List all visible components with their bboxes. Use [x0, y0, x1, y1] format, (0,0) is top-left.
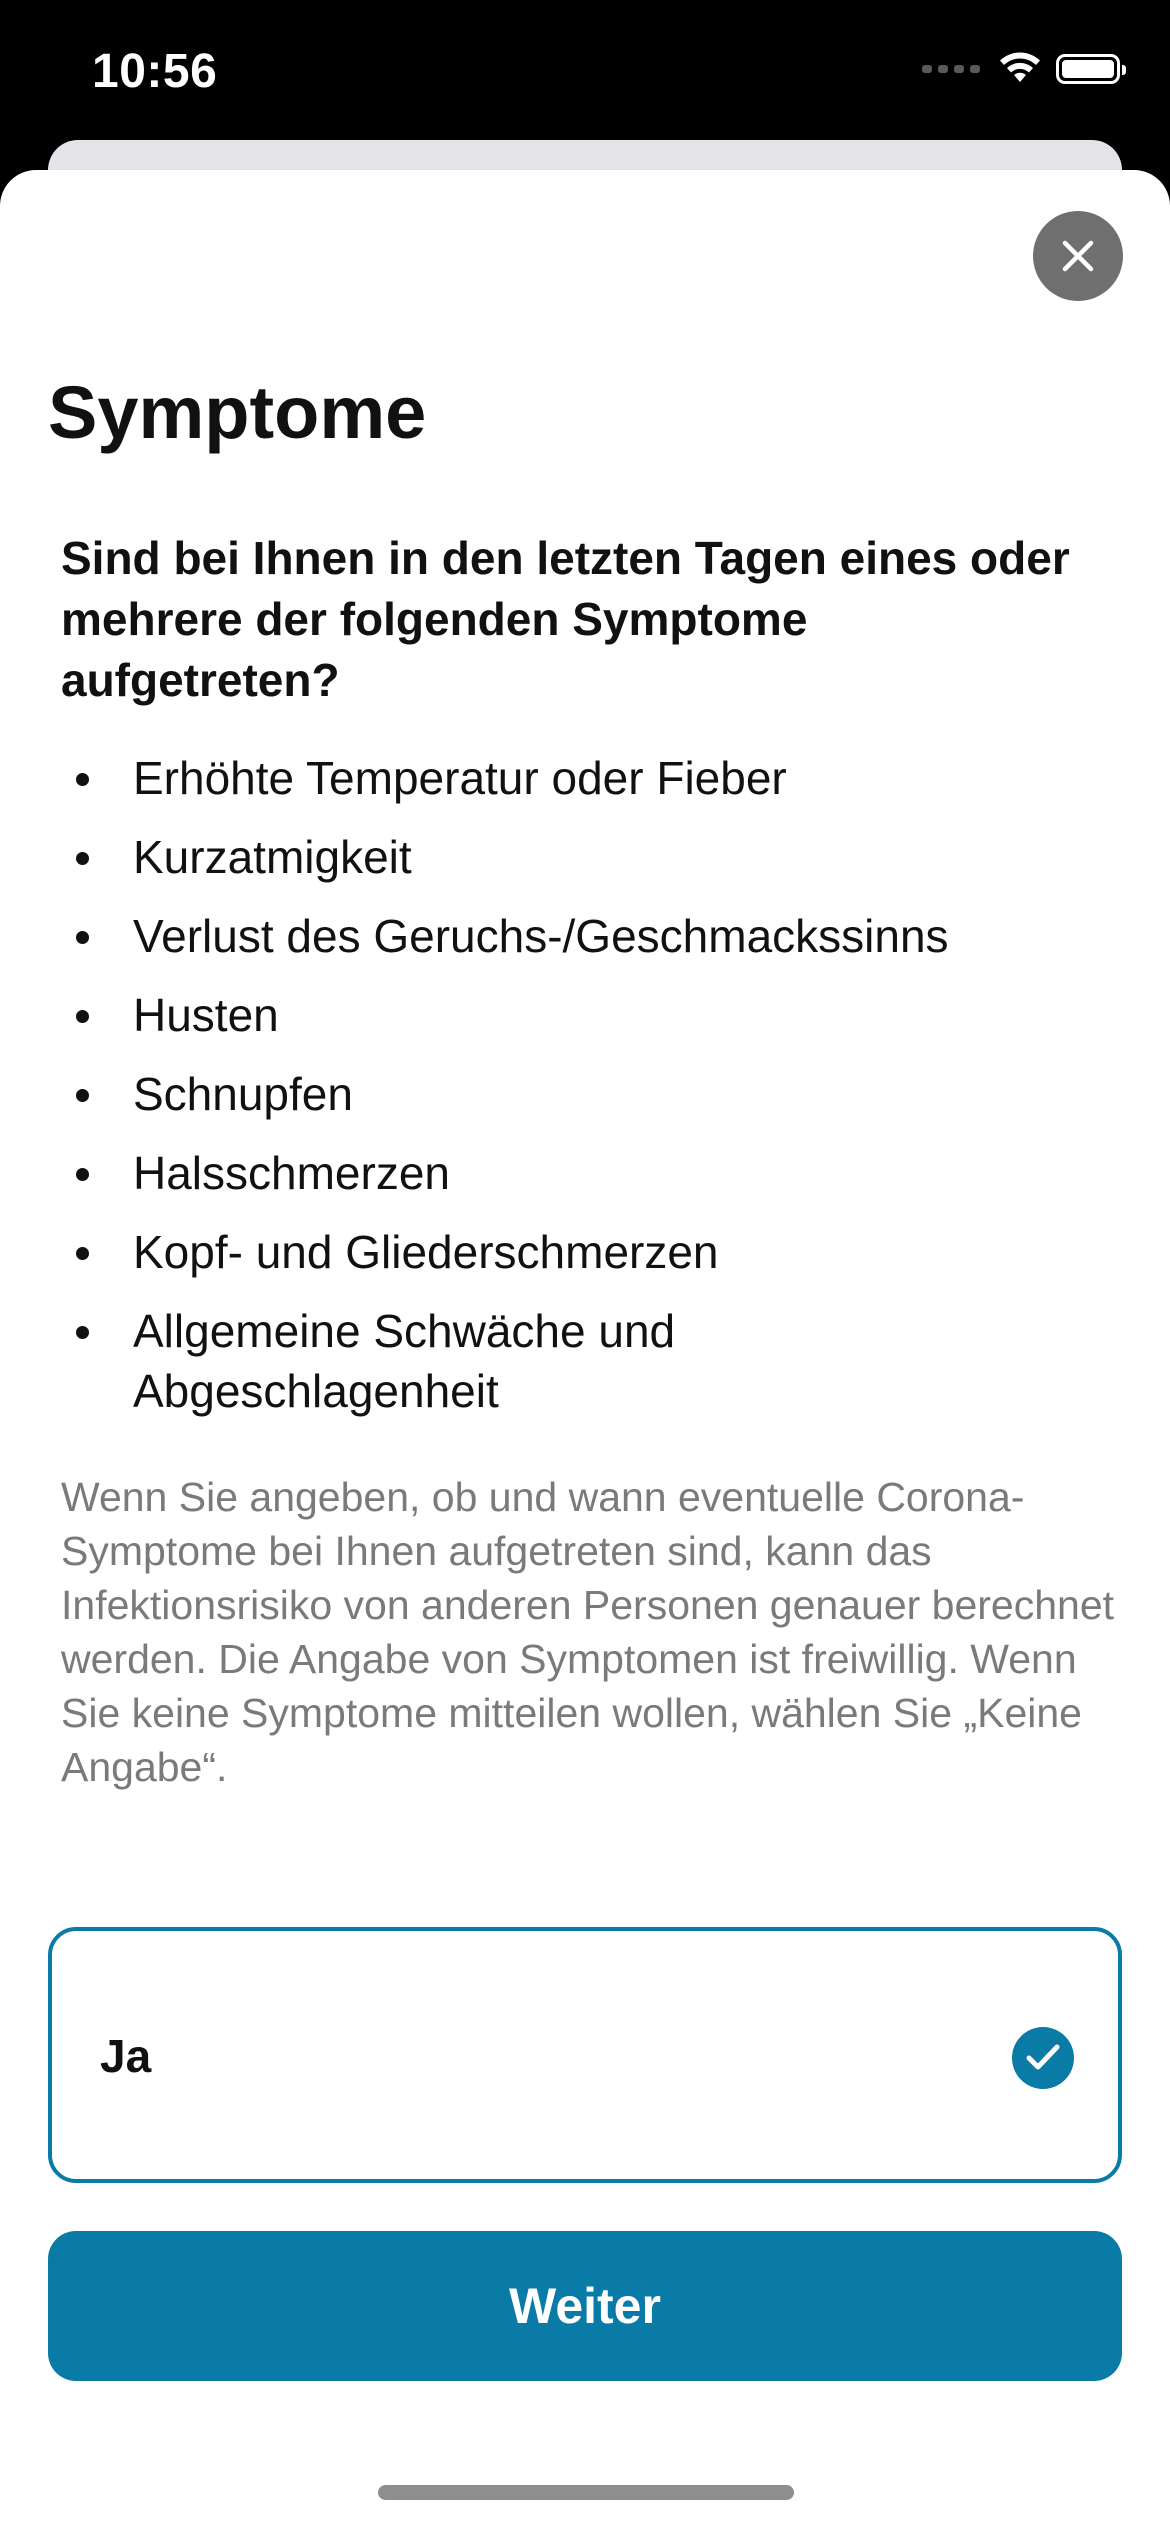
bullet-icon	[76, 1326, 89, 1339]
close-icon	[1062, 240, 1094, 272]
symptom-label: Erhöhte Temperatur oder Fieber	[133, 752, 787, 804]
list-item: Husten	[61, 985, 1101, 1045]
symptom-label: Allgemeine Schwäche und Abgeschlagenheit	[133, 1305, 676, 1417]
close-button[interactable]	[1033, 211, 1123, 301]
continue-button[interactable]: Weiter	[48, 2231, 1122, 2381]
list-item: Kopf- und Gliederschmerzen	[61, 1222, 1101, 1282]
list-item: Erhöhte Temperatur oder Fieber	[61, 748, 1101, 808]
home-indicator[interactable]	[378, 2485, 794, 2500]
battery-icon	[1056, 54, 1126, 84]
symptom-label: Kopf- und Gliederschmerzen	[133, 1226, 719, 1278]
symptoms-question: Sind bei Ihnen in den letzten Tagen eine…	[61, 532, 1070, 706]
bullet-icon	[76, 852, 89, 865]
symptom-label: Verlust des Geruchs-/Geschmackssinns	[133, 910, 949, 962]
bullet-icon	[76, 1089, 89, 1102]
symptom-label: Kurzatmigkeit	[133, 831, 412, 883]
bullet-icon	[76, 1168, 89, 1181]
status-icons	[922, 52, 1126, 86]
symptoms-sheet: Symptome Sind bei Ihnen in den letzten T…	[0, 170, 1170, 2532]
list-item: Verlust des Geruchs-/Geschmackssinns	[61, 906, 1101, 966]
wifi-icon	[1000, 52, 1040, 82]
option-label: Ja	[100, 2030, 152, 2082]
symptom-label: Husten	[133, 989, 279, 1041]
symptom-list: Erhöhte Temperatur oder Fieber Kurzatmig…	[61, 748, 1101, 1440]
symptom-label: Schnupfen	[133, 1068, 353, 1120]
cellular-icon	[922, 65, 980, 73]
list-item: Kurzatmigkeit	[61, 827, 1101, 887]
status-bar: 10:56	[0, 0, 1170, 150]
status-time: 10:56	[92, 45, 218, 98]
symptom-label: Halsschmerzen	[133, 1147, 450, 1199]
list-item: Halsschmerzen	[61, 1143, 1101, 1203]
option-yes[interactable]: Ja	[48, 1927, 1122, 2183]
bullet-icon	[76, 1010, 89, 1023]
bullet-icon	[76, 931, 89, 944]
checkmark-icon	[1012, 2027, 1074, 2089]
bullet-icon	[76, 773, 89, 786]
info-text: Wenn Sie angeben, ob und wann eventuelle…	[61, 1474, 1115, 1790]
screen: 10:56 Symptome Sind bei Ihnen in den let…	[0, 0, 1170, 2532]
list-item: Schnupfen	[61, 1064, 1101, 1124]
page-title: Symptome	[48, 371, 427, 454]
list-item: Allgemeine Schwäche und Abgeschlagenheit	[61, 1301, 853, 1421]
bullet-icon	[76, 1247, 89, 1260]
